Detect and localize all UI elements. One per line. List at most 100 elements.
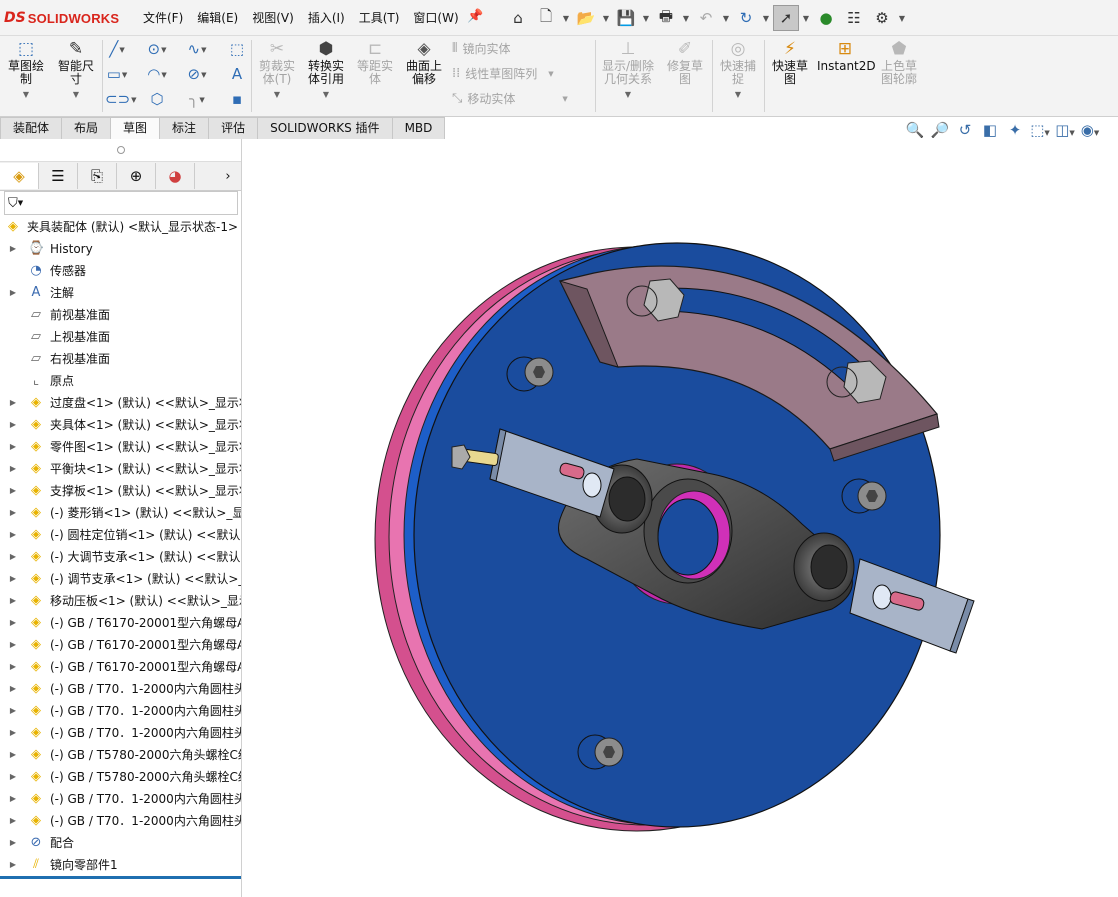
tree-root-assembly[interactable]: ◈ 夹具装配体 (默认) <默认_显示状态-1> [0,216,241,238]
menu-insert[interactable]: 插入(I) [301,9,352,27]
convert-entities-button[interactable]: ⬢ 转换实 体引用 ▼ [303,38,349,101]
linear-pattern-button[interactable]: ⁞⁞ 线性草图阵列 ▼ [452,65,554,82]
tree-item[interactable]: ▶ ◈ (-) GB / T70．1-2000内六角圆柱头 [0,678,241,700]
menu-file[interactable]: 文件(F) [136,9,190,27]
repair-sketch-button[interactable]: ✐ 修复草 图 [662,38,708,86]
new-dropdown-icon[interactable]: ▼ [561,14,571,23]
fillet-icon[interactable]: ╮▼ [185,88,209,110]
tree-item[interactable]: ▶ ◈ (-) GB / T70．1-2000内六角圆柱头 [0,722,241,744]
tree-item[interactable]: ▶ ◈ 支撑板<1> (默认) <<默认>_显示状 [0,480,241,502]
polygon-icon[interactable]: ⬡ [145,88,169,110]
tab-layout[interactable]: 布局 [61,117,112,139]
rebuild-icon[interactable]: ↻ [733,5,759,31]
menu-view[interactable]: 视图(V) [245,9,301,27]
sketch-dropdown-icon[interactable]: ▼ [3,88,49,101]
tree-item[interactable]: ▱ 右视基准面 [0,348,241,370]
expand-arrow-icon[interactable]: ▶ [8,810,18,832]
filter-dropdown-icon[interactable]: ▼ [18,199,23,207]
print-icon[interactable]: 🖶 [653,5,679,31]
more-tabs-chevron-icon[interactable]: › [215,163,241,189]
text-icon[interactable]: A [225,63,249,85]
arc-icon[interactable]: ◠▼ [145,63,169,85]
expand-arrow-icon[interactable]: ▶ [8,722,18,744]
smart-dimension-button[interactable]: ✎ 智能尺 寸 ▼ [53,38,99,101]
select-cursor-icon[interactable]: ➚ [773,5,799,31]
offset-entities-button[interactable]: ⊏ 等距实 体 [352,38,398,86]
dashed-rectangle-icon[interactable]: ⬚ [225,38,249,60]
zoom-to-fit-icon[interactable]: 🔍 [905,121,925,139]
tree-item[interactable]: ▶ A 注解 [0,282,241,304]
expand-arrow-icon[interactable]: ▶ [8,282,18,304]
tree-item[interactable]: ▶ ◈ 夹具体<1> (默认) <<默认>_显示状 [0,414,241,436]
menu-tools[interactable]: 工具(T) [352,9,407,27]
expand-arrow-icon[interactable]: ▶ [8,524,18,546]
select-dropdown-icon[interactable]: ▼ [801,14,811,23]
expand-arrow-icon[interactable]: ▶ [8,590,18,612]
tree-item[interactable]: ▶ ◈ 过度盘<1> (默认) <<默认>_显示状 [0,392,241,414]
line-icon[interactable]: ╱▼ [105,38,129,60]
expand-arrow-icon[interactable]: ▶ [8,612,18,634]
offset-on-surface-button[interactable]: ◈ 曲面上 偏移 [401,38,447,86]
tree-item[interactable]: ▶ ◈ (-) GB / T6170-20001型六角螺母A [0,634,241,656]
tree-item[interactable]: ▶ ◈ (-) 菱形销<1> (默认) <<默认>_显示 [0,502,241,524]
point-icon[interactable]: ▪ [225,88,249,110]
smart-dimension-dropdown-icon[interactable]: ▼ [53,88,99,101]
view-orientation-icon[interactable]: ⬚▼ [1030,121,1050,139]
trim-entities-button[interactable]: ✂ 剪裁实 体(T) ▼ [254,38,300,101]
tree-item[interactable]: ▶ ◈ (-) GB / T70．1-2000内六角圆柱头 [0,788,241,810]
tree-item[interactable]: ▶ ◈ 移动压板<1> (默认) <<默认>_显示 [0,590,241,612]
expand-arrow-icon[interactable]: ▶ [8,832,18,854]
slot-icon[interactable]: ⊂⊃▼ [105,88,137,110]
linear-pattern-dropdown-icon[interactable]: ▼ [548,70,553,78]
dimxpert-manager-tab-icon[interactable]: ⊕ [117,163,156,189]
mirror-entities-button[interactable]: ⫴ 镜向实体 [452,40,510,57]
display-style-icon[interactable]: ◫▼ [1055,121,1075,139]
filter-funnel-icon[interactable]: ⛉ [8,196,18,211]
options-gear-icon[interactable]: ⚙ [869,5,895,31]
solidworks-logo[interactable]: DS SOLIDWORKS [4,8,119,28]
center-hole[interactable] [657,498,719,576]
expand-arrow-icon[interactable]: ▶ [8,238,18,260]
spline-icon[interactable]: ∿▼ [185,38,209,60]
display-relations-button[interactable]: ⊥ 显示/删除 几何关系 ▼ [598,38,658,101]
shaded-sketch-contours-button[interactable]: ⬟ 上色草 图轮廓 [876,38,922,86]
tab-addins[interactable]: SOLIDWORKS 插件 [257,117,393,139]
expand-arrow-icon[interactable]: ▶ [8,546,18,568]
expand-arrow-icon[interactable]: ▶ [8,700,18,722]
circle-icon[interactable]: ⊙▼ [145,38,169,60]
instant2d-button[interactable]: ⊞ Instant2D [817,38,876,73]
quick-snaps-dropdown-icon[interactable]: ▼ [715,88,761,101]
rebuild-dropdown-icon[interactable]: ▼ [761,14,771,23]
trim-dropdown-icon[interactable]: ▼ [254,88,300,101]
expand-arrow-icon[interactable]: ▶ [8,392,18,414]
options-dropdown-icon[interactable]: ▼ [897,14,907,23]
tree-item[interactable]: ▶ ◈ (-) GB / T5780-2000六角头螺栓C级 [0,766,241,788]
expand-arrow-icon[interactable]: ▶ [8,480,18,502]
tab-evaluate[interactable]: 评估 [208,117,259,139]
tree-item[interactable]: ▶ ⌚ History [0,238,241,260]
expand-arrow-icon[interactable]: ▶ [8,634,18,656]
expand-arrow-icon[interactable]: ▶ [8,568,18,590]
splitter-handle-icon[interactable] [117,146,125,154]
tree-item[interactable]: ▶ ◈ (-) GB / T6170-20001型六角螺母A [0,612,241,634]
relations-dropdown-icon[interactable]: ▼ [598,88,658,101]
open-dropdown-icon[interactable]: ▼ [601,14,611,23]
expand-arrow-icon[interactable]: ▶ [8,744,18,766]
tab-assembly[interactable]: 装配体 [0,117,63,139]
convert-dropdown-icon[interactable]: ▼ [303,88,349,101]
graphics-area[interactable] [242,139,1118,897]
home-icon[interactable]: ⌂ [505,5,531,31]
section-view-icon[interactable]: ◧ [980,121,1000,139]
tree-item[interactable]: ▶ ◈ (-) 大调节支承<1> (默认) <<默认>_ [0,546,241,568]
quick-snaps-button[interactable]: ◎ 快速捕 捉 ▼ [715,38,761,101]
expand-arrow-icon[interactable]: ▶ [8,458,18,480]
tree-item[interactable]: ▱ 前视基准面 [0,304,241,326]
expand-arrow-icon[interactable]: ▶ [8,766,18,788]
tree-item[interactable]: ▶ ⊘ 配合 [0,832,241,854]
menu-window[interactable]: 窗口(W) [406,9,465,27]
previous-view-icon[interactable]: ↺ [955,121,975,139]
tab-mbd[interactable]: MBD [391,117,446,139]
tree-item[interactable]: ▶ ◈ 零件图<1> (默认) <<默认>_显示状 [0,436,241,458]
expand-arrow-icon[interactable]: ▶ [8,854,18,876]
rectangle-icon[interactable]: ▭▼ [105,63,129,85]
